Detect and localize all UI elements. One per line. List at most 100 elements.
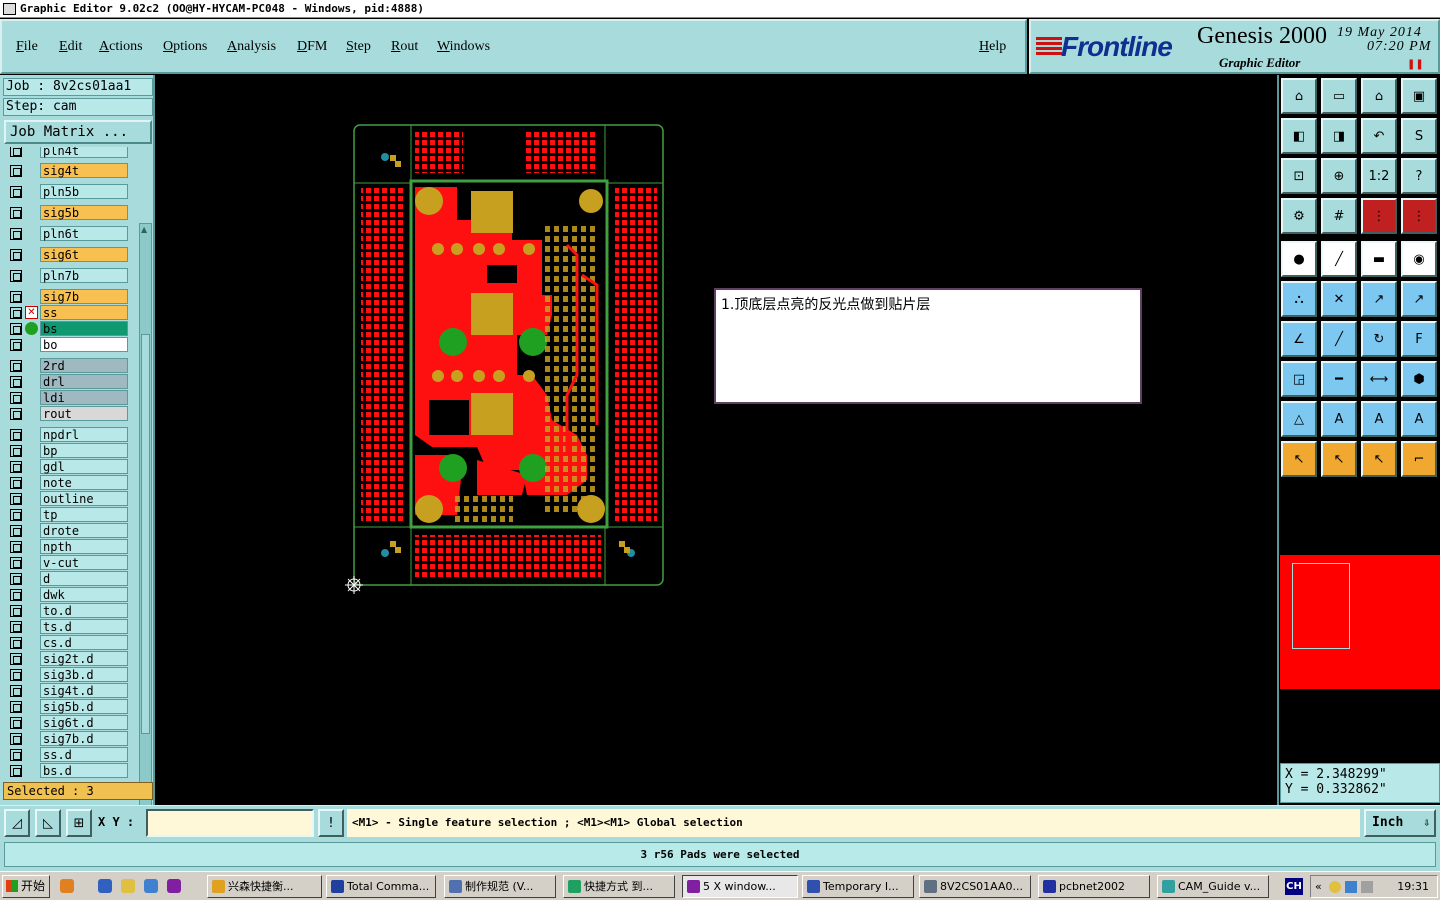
layer-checkbox[interactable]	[10, 392, 22, 404]
layer-checkbox[interactable]	[10, 429, 22, 441]
units-select[interactable]: Inch ⇩	[1364, 809, 1436, 837]
menu-rout[interactable]: Rout	[391, 39, 418, 55]
tool-slash-icon[interactable]: ╱	[1321, 321, 1357, 357]
layer-name[interactable]: pln4t	[40, 147, 128, 158]
layer-name[interactable]: drote	[40, 523, 128, 538]
layer-row[interactable]: bo	[4, 337, 139, 353]
layer-name[interactable]: ts.d	[40, 619, 128, 634]
tool-window-icon[interactable]: ▣	[1401, 78, 1437, 114]
layer-row[interactable]: bp	[4, 443, 139, 459]
layer-checkbox[interactable]	[10, 360, 22, 372]
tool-select-net-icon[interactable]: ⌐	[1401, 441, 1437, 477]
layer-row[interactable]: bs.d	[4, 763, 139, 779]
units-dropdown-icon[interactable]: ⇩	[1423, 811, 1430, 835]
layer-name[interactable]: ss.d	[40, 747, 128, 762]
layer-name[interactable]: bs	[40, 321, 128, 336]
layer-checkbox[interactable]	[10, 733, 22, 745]
tool-zoom-fit-icon[interactable]: ⊡	[1281, 158, 1317, 194]
layer-name[interactable]: npdrl	[40, 427, 128, 442]
layer-row[interactable]: 2rd	[4, 358, 139, 374]
task-7[interactable]: 8V2CS01AA0...	[919, 875, 1031, 898]
layer-name[interactable]: ss	[40, 305, 128, 320]
selected-pad-3[interactable]	[439, 454, 467, 482]
layer-name[interactable]: sig4t.d	[40, 683, 128, 698]
layer-row[interactable]: ss.d	[4, 747, 139, 763]
tool-help-icon[interactable]: ?	[1401, 158, 1437, 194]
layer-name[interactable]: note	[40, 475, 128, 490]
layer-checkbox[interactable]	[10, 207, 22, 219]
layer-row[interactable]: sig7b	[4, 289, 139, 305]
tray-network-icon[interactable]	[1345, 881, 1357, 893]
menu-actions[interactable]: Actions	[99, 39, 143, 55]
layer-checkbox[interactable]	[10, 717, 22, 729]
layer-name[interactable]: tp	[40, 507, 128, 522]
layer-name[interactable]: bs.d	[40, 763, 128, 778]
layer-checkbox[interactable]	[10, 749, 22, 761]
layer-row[interactable]: pln5b	[4, 184, 139, 200]
layer-name[interactable]: v-cut	[40, 555, 128, 570]
tool-text-a-icon[interactable]: A	[1321, 401, 1357, 437]
snap-mode-icon[interactable]: ◿	[4, 809, 30, 837]
layer-checkbox[interactable]	[10, 493, 22, 505]
layer-name[interactable]: sig6t.d	[40, 715, 128, 730]
layer-row[interactable]: outline	[4, 491, 139, 507]
tray-volume-icon[interactable]	[1361, 881, 1373, 893]
layer-checkbox[interactable]	[10, 589, 22, 601]
tray-clock-icon[interactable]	[1329, 881, 1341, 893]
layer-name[interactable]: sig6t	[40, 247, 128, 262]
layer-row[interactable]: sig2t.d	[4, 651, 139, 667]
layer-row[interactable]: ldi	[4, 390, 139, 406]
layer-row[interactable]: ✕ ss	[4, 305, 139, 321]
menu-help[interactable]: Help	[979, 39, 1006, 55]
tool-rotate-icon[interactable]: ↻	[1361, 321, 1397, 357]
tool-split-icon[interactable]: ━	[1321, 361, 1357, 397]
layer-checkbox[interactable]	[10, 461, 22, 473]
tool-text-a3-icon[interactable]: A	[1401, 401, 1437, 437]
tool-copy-icon[interactable]: ↗	[1401, 281, 1437, 317]
layer-row[interactable]: ts.d	[4, 619, 139, 635]
layer-row[interactable]: pln4t	[4, 147, 139, 159]
layer-checkbox[interactable]	[10, 701, 22, 713]
tool-monitor-icon[interactable]: ▭	[1321, 78, 1357, 114]
job-matrix-button[interactable]: Job Matrix ...	[4, 120, 152, 144]
layer-checkbox[interactable]	[10, 653, 22, 665]
task-4[interactable]: 快捷方式 到...	[563, 875, 675, 898]
layer-row[interactable]: rout	[4, 406, 139, 422]
layer-row[interactable]: sig5b	[4, 205, 139, 221]
snap-angle-icon[interactable]: ◺	[35, 809, 61, 837]
layer-name[interactable]: npth	[40, 539, 128, 554]
tool-pan-right-icon[interactable]: ◨	[1321, 118, 1357, 154]
layer-name[interactable]: outline	[40, 491, 128, 506]
tool-move-icon[interactable]: ↗	[1361, 281, 1397, 317]
language-indicator[interactable]: CH	[1285, 878, 1303, 895]
layer-checkbox[interactable]	[10, 445, 22, 457]
layer-checkbox[interactable]	[10, 669, 22, 681]
layer-row[interactable]: sig4t.d	[4, 683, 139, 699]
tool-dimension-icon[interactable]: ⟷	[1361, 361, 1397, 397]
layer-row[interactable]: bs	[4, 321, 139, 337]
tool-scale-icon[interactable]: 1:2	[1361, 158, 1397, 194]
task-1[interactable]: 兴森快捷衡...	[207, 875, 322, 898]
task-3[interactable]: 制作规范 (V...	[444, 875, 556, 898]
tray-expand-icon[interactable]: «	[1315, 880, 1322, 893]
scroll-thumb[interactable]	[141, 334, 150, 734]
layer-name[interactable]: sig5b	[40, 205, 128, 220]
tool-zoom-center-icon[interactable]: ⊕	[1321, 158, 1357, 194]
layer-row[interactable]: sig3b.d	[4, 667, 139, 683]
layer-row[interactable]: drl	[4, 374, 139, 390]
pause-icon[interactable]: ❚❚	[1407, 59, 1424, 70]
tool-mirror-icon[interactable]: F	[1401, 321, 1437, 357]
layer-row[interactable]: cs.d	[4, 635, 139, 651]
layer-row[interactable]: dwk	[4, 587, 139, 603]
quicklaunch-browser-icon[interactable]	[144, 879, 158, 893]
layer-row[interactable]: to.d	[4, 603, 139, 619]
layer-name[interactable]: rout	[40, 406, 128, 421]
layer-name[interactable]: drl	[40, 374, 128, 389]
tool-delete-icon[interactable]: ✕	[1321, 281, 1357, 317]
layer-checkbox[interactable]	[10, 339, 22, 351]
layer-checkbox[interactable]	[10, 186, 22, 198]
tool-house-icon[interactable]: ⌂	[1361, 78, 1397, 114]
layer-row[interactable]: d	[4, 571, 139, 587]
layer-name[interactable]: sig4t	[40, 163, 128, 178]
layer-checkbox[interactable]	[10, 376, 22, 388]
